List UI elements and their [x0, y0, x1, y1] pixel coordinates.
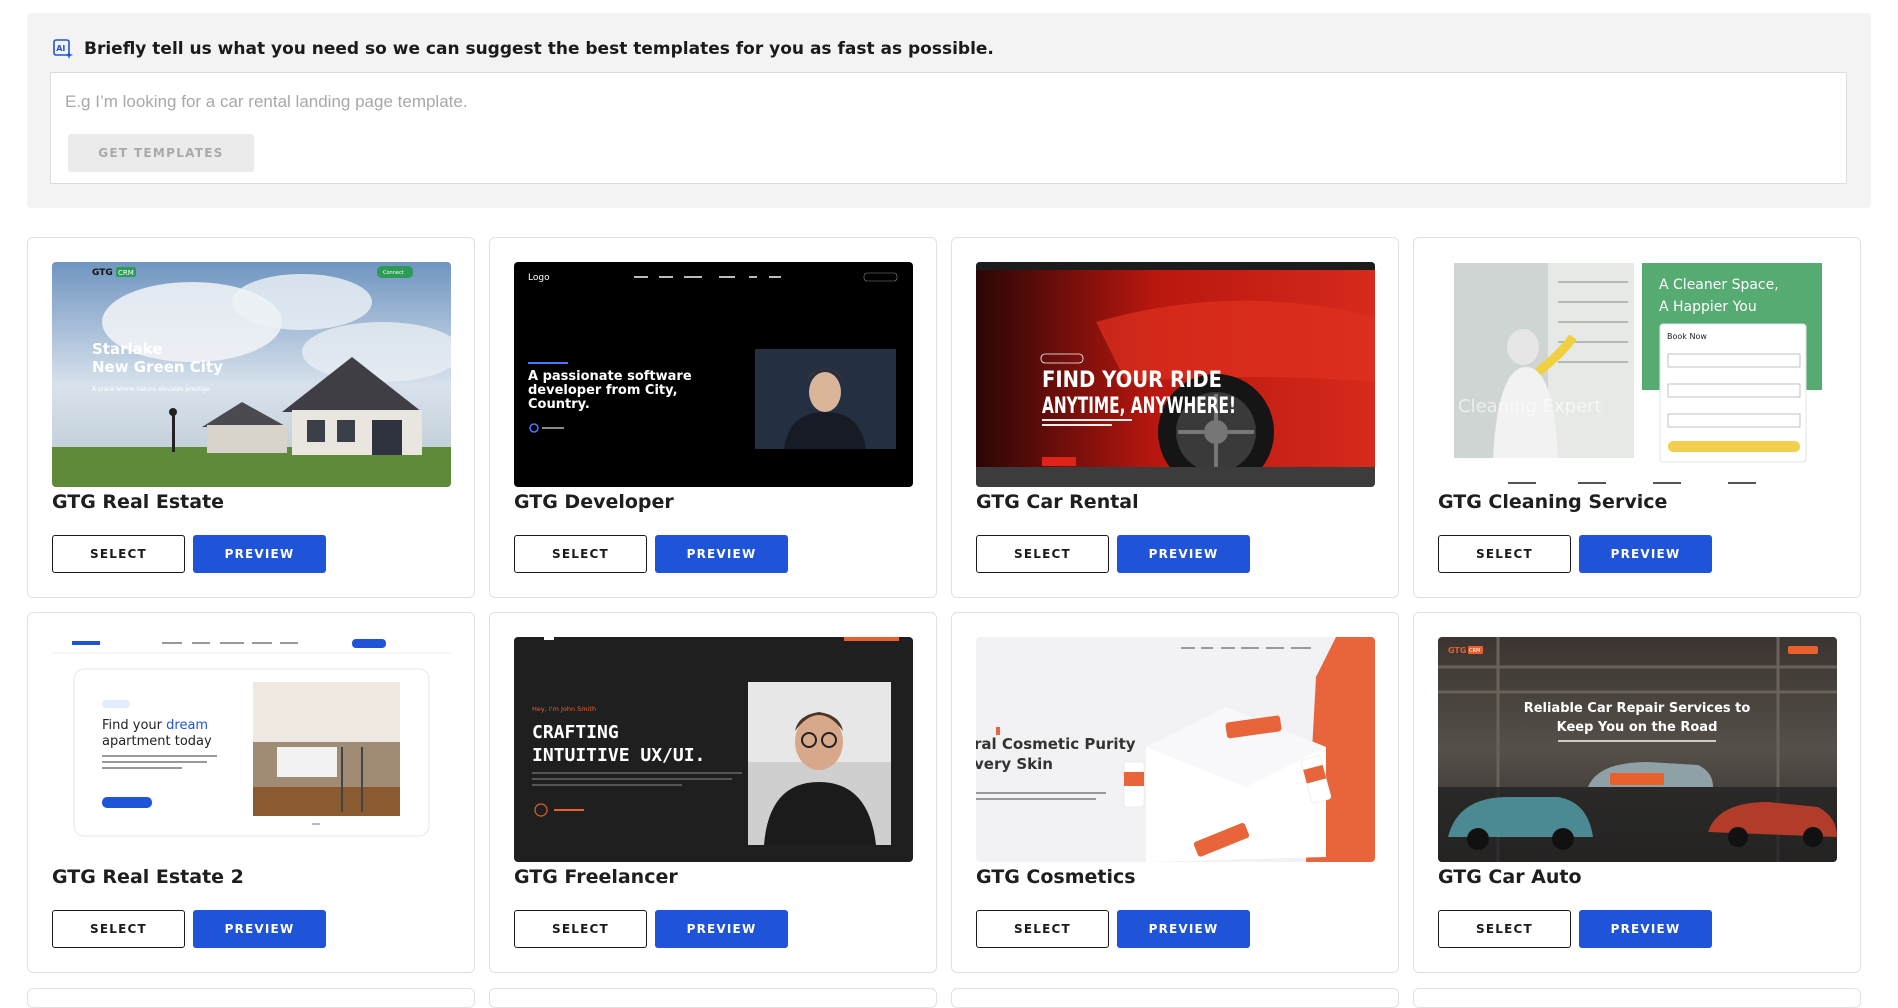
select-button[interactable]: SELECT	[976, 910, 1109, 948]
template-card[interactable]: Find your dream apartment today GTG Real…	[27, 612, 475, 973]
preview-button[interactable]: PREVIEW	[1579, 535, 1712, 573]
template-card-partial	[951, 988, 1399, 1008]
template-name: GTG Real Estate	[52, 491, 225, 513]
template-card[interactable]: ral Cosmetic Purity very Skin GTG Cosmet…	[951, 612, 1399, 973]
thumb-headline: Reliable Car Repair Services to	[1524, 701, 1751, 716]
thumb-headline: A passionate software	[528, 369, 692, 384]
select-button[interactable]: SELECT	[1438, 910, 1571, 948]
select-button[interactable]: SELECT	[52, 910, 185, 948]
template-thumbnail[interactable]: Find your dream apartment today	[52, 637, 451, 862]
template-card[interactable]: FIND YOUR RIDE ANYTIME, ANYWHERE! GTG Ca…	[951, 237, 1399, 598]
select-button[interactable]: SELECT	[514, 535, 647, 573]
template-name: GTG Cosmetics	[976, 866, 1136, 888]
thumb-brand: Logo	[528, 273, 550, 283]
template-card[interactable]: Hey, I'm John Smith CRAFTING INTUITIVE U…	[489, 612, 937, 973]
svg-text:very Skin: very Skin	[976, 755, 1053, 773]
template-thumbnail[interactable]: Logo A passionate software developer fro…	[514, 262, 913, 487]
template-thumbnail[interactable]: Hey, I'm John Smith CRAFTING INTUITIVE U…	[514, 637, 913, 862]
template-name: GTG Real Estate 2	[52, 866, 244, 888]
template-card-partial	[27, 988, 475, 1008]
template-card[interactable]: GTG CRM Reliable Car Repair Services to …	[1413, 612, 1861, 973]
svg-text:Book Now: Book Now	[1667, 332, 1707, 341]
ai-input-box: GET TEMPLATES	[50, 72, 1847, 184]
get-templates-button[interactable]: GET TEMPLATES	[68, 134, 254, 172]
ai-panel-header: AI Briefly tell us what you need so we c…	[52, 38, 994, 60]
thumb-brand: GTG	[92, 268, 113, 278]
preview-button[interactable]: PREVIEW	[193, 535, 326, 573]
thumb-headline: FIND YOUR RIDE	[1042, 368, 1222, 393]
thumb-headline: Find your dream	[102, 718, 208, 733]
preview-button[interactable]: PREVIEW	[655, 535, 788, 573]
template-card[interactable]: Logo A passionate software developer fro…	[489, 237, 937, 598]
preview-button[interactable]: PREVIEW	[193, 910, 326, 948]
preview-button[interactable]: PREVIEW	[1117, 535, 1250, 573]
select-button[interactable]: SELECT	[976, 535, 1109, 573]
template-grid: GTG CRM Connect Starlake New Green City …	[27, 237, 1861, 973]
svg-text:INTUITIVE UX/UI.: INTUITIVE UX/UI.	[532, 745, 705, 766]
preview-button[interactable]: PREVIEW	[655, 910, 788, 948]
svg-text:ANYTIME, ANYWHERE!: ANYTIME, ANYWHERE!	[1042, 394, 1236, 419]
select-button[interactable]: SELECT	[1438, 535, 1571, 573]
svg-text:Connect: Connect	[383, 270, 404, 276]
svg-text:Cleaning Expert: Cleaning Expert	[1458, 396, 1602, 417]
thumb-brand: GTG	[1448, 646, 1466, 655]
svg-text:developer from City,: developer from City,	[528, 383, 678, 398]
template-name: GTG Cleaning Service	[1438, 491, 1668, 513]
template-name: GTG Car Auto	[1438, 866, 1582, 888]
template-thumbnail[interactable]: Cleaning Expert A Cleaner Space, A Happi…	[1438, 262, 1837, 487]
template-card[interactable]: Cleaning Expert A Cleaner Space, A Happi…	[1413, 237, 1861, 598]
thumb-headline: ral Cosmetic Purity	[976, 735, 1136, 753]
template-card-partial	[489, 988, 937, 1008]
select-button[interactable]: SELECT	[514, 910, 647, 948]
template-thumbnail[interactable]: GTG CRM Reliable Car Repair Services to …	[1438, 637, 1837, 862]
template-name: GTG Developer	[514, 491, 674, 513]
thumb-headline: Starlake	[92, 340, 163, 358]
svg-text:Hey, I'm John Smith: Hey, I'm John Smith	[532, 705, 596, 713]
select-button[interactable]: SELECT	[52, 535, 185, 573]
svg-text:A place where nature elevates: A place where nature elevates prestige	[92, 386, 210, 393]
template-thumbnail[interactable]: ral Cosmetic Purity very Skin	[976, 637, 1375, 862]
thumb-headline: A Cleaner Space,	[1659, 277, 1779, 293]
thumb-headline: CRAFTING	[532, 722, 619, 743]
svg-text:New Green City: New Green City	[92, 358, 223, 376]
preview-button[interactable]: PREVIEW	[1117, 910, 1250, 948]
template-card[interactable]: GTG CRM Connect Starlake New Green City …	[27, 237, 475, 598]
template-thumbnail[interactable]: FIND YOUR RIDE ANYTIME, ANYWHERE!	[976, 262, 1375, 487]
svg-text:CRM: CRM	[118, 269, 134, 277]
svg-text:A Happier You: A Happier You	[1659, 299, 1757, 315]
template-thumbnail[interactable]: GTG CRM Connect Starlake New Green City …	[52, 262, 451, 487]
svg-text:Keep You on the Road: Keep You on the Road	[1557, 720, 1718, 735]
svg-text:apartment today: apartment today	[102, 734, 212, 749]
template-request-input[interactable]	[65, 87, 1825, 117]
svg-text:Country.: Country.	[528, 397, 590, 412]
template-name: GTG Freelancer	[514, 866, 678, 888]
preview-button[interactable]: PREVIEW	[1579, 910, 1712, 948]
svg-text:AI: AI	[56, 44, 65, 53]
template-name: GTG Car Rental	[976, 491, 1139, 513]
ai-sparkle-icon: AI	[53, 39, 73, 59]
ai-panel-title: Briefly tell us what you need so we can …	[84, 39, 994, 59]
svg-text:CRM: CRM	[1469, 648, 1480, 654]
template-card-partial	[1413, 988, 1861, 1008]
ai-suggestion-panel: AI Briefly tell us what you need so we c…	[27, 13, 1871, 208]
